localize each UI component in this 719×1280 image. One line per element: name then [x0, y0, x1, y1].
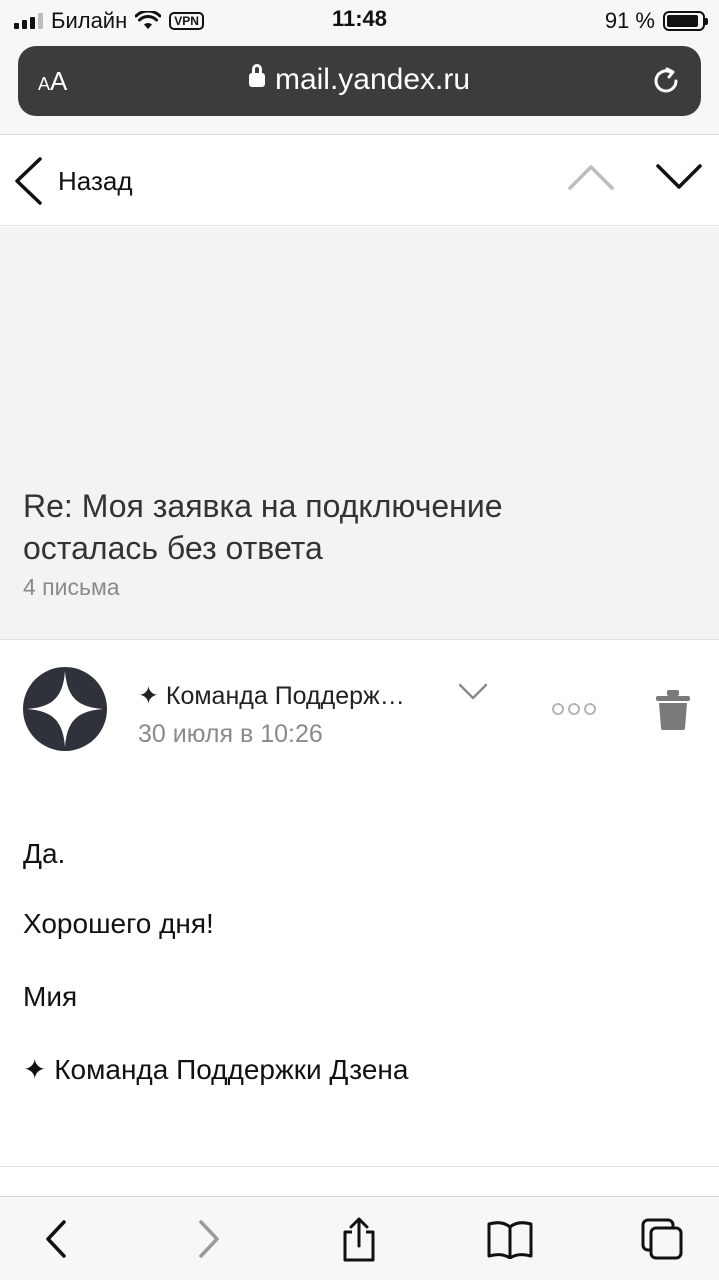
address-bar[interactable]: AA mail.yandex.ru: [18, 46, 701, 116]
share-icon: [343, 1217, 375, 1262]
lock-icon: [248, 64, 265, 87]
more-dots-icon[interactable]: [552, 703, 596, 715]
chevron-up-icon[interactable]: [567, 162, 615, 192]
sender-name: ✦ Команда Поддерж…: [138, 682, 405, 710]
chevron-left-icon: [46, 1220, 66, 1258]
battery-percent: 91 %: [604, 8, 655, 33]
tabs-button[interactable]: [638, 1215, 686, 1263]
status-bar: Билайн VPN 11:48 91 %: [0, 0, 719, 40]
divider: [0, 1166, 719, 1167]
message-body-line: Да.: [23, 838, 66, 869]
message-header[interactable]: ✦ Команда Поддерж… 30 июля в 10:26: [0, 641, 719, 771]
bookmarks-button[interactable]: [486, 1215, 534, 1263]
browser-address-area: AA mail.yandex.ru: [0, 40, 719, 135]
status-right: 91 %: [604, 8, 708, 34]
share-button[interactable]: [335, 1215, 383, 1263]
thread-nav-arrows: [567, 162, 703, 192]
message-body-line: Мия: [23, 981, 78, 1012]
tabs-icon: [641, 1218, 683, 1260]
battery-fill: [667, 15, 698, 27]
browser-back-button[interactable]: [32, 1215, 80, 1263]
url-text: mail.yandex.ru: [274, 63, 471, 96]
trash-icon[interactable]: [654, 689, 692, 731]
book-icon: [487, 1221, 533, 1259]
url-display[interactable]: mail.yandex.ru: [18, 63, 701, 97]
browser-forward-button[interactable]: [185, 1215, 233, 1263]
star-icon: [27, 671, 103, 747]
thread-subject: Re: Моя заявка на подключение осталась б…: [23, 488, 503, 566]
message-body-line: Хорошего дня!: [23, 908, 214, 939]
message-body-line: ✦ Команда Поддержки Дзена: [23, 1054, 409, 1085]
battery-icon: [663, 11, 708, 31]
avatar: [23, 667, 107, 751]
browser-toolbar: [0, 1196, 719, 1280]
mail-nav-bar: Назад: [0, 136, 719, 226]
back-button[interactable]: Назад: [12, 156, 133, 206]
chevron-down-icon[interactable]: [458, 683, 488, 701]
chevron-down-icon[interactable]: [655, 162, 703, 192]
message-date: 30 июля в 10:26: [138, 720, 323, 748]
back-label: Назад: [58, 165, 133, 196]
chevron-right-icon: [199, 1220, 219, 1258]
thread-count: 4 письма: [23, 574, 120, 600]
chevron-left-icon: [15, 157, 42, 205]
reload-icon[interactable]: [649, 64, 683, 98]
